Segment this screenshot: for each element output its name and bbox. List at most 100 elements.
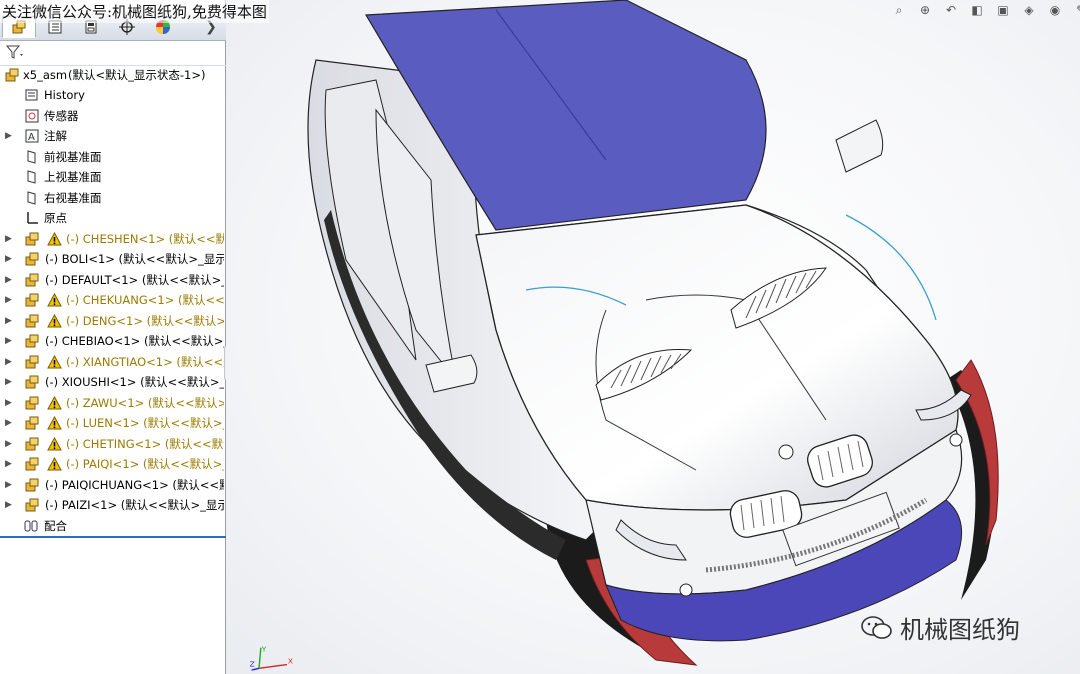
part-icon xyxy=(24,231,40,247)
tree-item[interactable]: ▶ (-) PAIQICHUANG<1> (默认<<默 xyxy=(0,475,226,495)
expand-arrow-icon[interactable]: ▶ xyxy=(5,131,13,141)
root-config: (默认<默认_显示状态-1>) xyxy=(68,68,206,82)
tree-item-label: (-) CHETING<1> (默认<<默认 xyxy=(66,436,224,451)
expand-arrow-icon[interactable]: ▶ xyxy=(5,336,13,346)
expand-arrow-icon[interactable]: ▶ xyxy=(5,418,13,428)
tree-item-label: (-) PAIQI<1> (默认<<默认>_显 xyxy=(66,457,224,471)
hide-show-icon[interactable]: ◉ xyxy=(1044,1,1066,19)
tree-item[interactable]: ▶ (-) CHETING<1> (默认<<默认 xyxy=(0,434,226,454)
tree-item-label: (-) CHEKUANG<1> (默认<<默 xyxy=(66,293,224,307)
triad-y-label: Y xyxy=(261,644,267,653)
tree-item[interactable]: 上视基准面 xyxy=(0,167,226,187)
warning-icon xyxy=(46,354,62,370)
zoom-fit-icon[interactable]: ⌕ xyxy=(888,1,910,19)
tree-item[interactable]: 传感器 xyxy=(0,106,226,126)
tree-item-label: 配合 xyxy=(44,518,67,533)
expand-arrow-icon[interactable]: ▶ xyxy=(5,295,13,305)
tree-item[interactable]: ▶ (-) PAIQI<1> (默认<<默认>_显 xyxy=(0,454,226,474)
tree-filter-bar[interactable] xyxy=(0,41,226,66)
origin-icon xyxy=(24,210,40,226)
tree-item[interactable]: 前视基准面 xyxy=(0,147,226,167)
previous-view-icon[interactable]: ↶ xyxy=(940,1,962,19)
tree-item-label: 注解 xyxy=(44,129,67,143)
tree-item-label: 右视基准面 xyxy=(44,190,102,205)
tree-item-label: History xyxy=(44,88,85,102)
tree-item[interactable]: ▶ (-) DENG<1> (默认<<默认>_显 xyxy=(0,311,226,331)
warning-icon xyxy=(46,292,62,308)
view-triad: X Y Z xyxy=(250,644,293,671)
brand-name: 机械图纸狗 xyxy=(900,616,1020,644)
feature-manager-panel: ❯ x5_asm (默认<默认_显示状态-1>) History 传感器 ▶ A 注解前… xyxy=(0,0,226,674)
zoom-area-icon[interactable]: ⊕ xyxy=(914,1,936,19)
expand-arrow-icon[interactable]: ▶ xyxy=(5,357,13,367)
expand-arrow-icon[interactable]: ▶ xyxy=(5,254,13,264)
assembly-icon xyxy=(4,67,20,83)
root-name: x5_asm xyxy=(23,68,68,82)
part-icon xyxy=(24,251,40,267)
part-icon xyxy=(24,272,40,288)
tree-item-label: (-) PAIZI<1> (默认<<默认>_显示状 xyxy=(45,498,224,512)
tree-item-label: (-) DENG<1> (默认<<默认>_显 xyxy=(66,313,224,328)
tree-item-label: 上视基准面 xyxy=(44,170,102,184)
tree-item-label: (-) LUEN<1> (默认<<默认>_显 xyxy=(66,416,224,430)
view-orientation-icon[interactable]: ▣ xyxy=(992,1,1014,19)
warning-icon xyxy=(46,436,62,452)
edit-appearance-icon[interactable]: ✎ xyxy=(1070,1,1080,19)
part-icon xyxy=(24,436,40,452)
watermark-text: 关注微信公众号:机械图纸狗,免费得本图 xyxy=(0,0,269,23)
tree-item[interactable]: ▶ (-) XIANGTIAO<1> (默认<<默 xyxy=(0,352,226,372)
expand-arrow-icon[interactable]: ▶ xyxy=(5,275,13,285)
part-icon xyxy=(24,456,40,472)
tree-item-label: (-) CHEBIAO<1> (默认<<默认>_显 xyxy=(45,334,224,348)
tree-item[interactable]: ▶ (-) CHEBIAO<1> (默认<<默认>_显 xyxy=(0,331,226,351)
expand-arrow-icon[interactable]: ▶ xyxy=(5,500,13,510)
tree-item[interactable]: ▶ A 注解 xyxy=(0,126,226,146)
tree-item[interactable]: 原点 xyxy=(0,208,226,228)
tree-item[interactable]: History xyxy=(0,85,226,105)
expand-arrow-icon[interactable]: ▶ xyxy=(5,234,13,244)
brand-emblem xyxy=(778,444,794,460)
part-icon xyxy=(24,292,40,308)
part-icon xyxy=(24,415,40,431)
graphics-viewport[interactable]: ⌕⊕↶◧▣◈◉✎◍▭ xyxy=(226,0,1080,674)
warning-icon xyxy=(46,415,62,431)
section-view-icon[interactable]: ◧ xyxy=(966,1,988,19)
tree-item-label: 原点 xyxy=(44,211,67,225)
tree-item[interactable]: ▶ (-) LUEN<1> (默认<<默认>_显 xyxy=(0,413,226,433)
expand-arrow-icon[interactable]: ▶ xyxy=(5,439,13,449)
tree-item-label: (-) CHESHEN<1> (默认<<默认 xyxy=(66,231,224,246)
tree-item[interactable]: 右视基准面 xyxy=(0,188,226,208)
tree-item[interactable]: ▶ (-) DEFAULT<1> (默认<<默认>_显 xyxy=(0,270,226,290)
tree-item[interactable]: ▶ (-) BOLI<1> (默认<<默认>_显示状 xyxy=(0,249,226,269)
expand-arrow-icon[interactable]: ▶ xyxy=(5,459,13,469)
filter-icon[interactable] xyxy=(5,45,24,63)
tree-item[interactable]: ▶ (-) XIOUSHI<1> (默认<<默认>_显 xyxy=(0,372,226,392)
tree-item[interactable]: 配合 xyxy=(0,516,226,536)
expand-arrow-icon[interactable]: ▶ xyxy=(5,398,13,408)
part-icon xyxy=(24,395,40,411)
heads-up-view-toolbar: ⌕⊕↶◧▣◈◉✎◍▭ xyxy=(888,0,1080,20)
warning-icon xyxy=(46,231,62,247)
part-icon xyxy=(24,497,40,513)
tree-item[interactable]: ▶ (-) PAIZI<1> (默认<<默认>_显示状 xyxy=(0,495,226,515)
sensor-icon xyxy=(24,108,40,124)
tree-item-label: (-) BOLI<1> (默认<<默认>_显示状 xyxy=(45,252,224,266)
triad-x-label: X xyxy=(288,657,293,666)
part-icon xyxy=(24,477,40,493)
tree-item[interactable]: ▶ (-) CHEKUANG<1> (默认<<默 xyxy=(0,290,226,310)
plane-icon xyxy=(24,169,40,185)
svg-text:A: A xyxy=(28,132,35,143)
tree-root-item[interactable]: x5_asm (默认<默认_显示状态-1>) xyxy=(0,65,226,85)
warning-icon xyxy=(46,313,62,329)
display-style-icon[interactable]: ◈ xyxy=(1018,1,1040,19)
tree-item-label: (-) XIOUSHI<1> (默认<<默认>_显 xyxy=(45,375,224,389)
tree-item[interactable]: ▶ (-) ZAWU<1> (默认<<默认>_显 xyxy=(0,393,226,413)
wechat-icon xyxy=(861,615,892,639)
expand-arrow-icon[interactable]: ▶ xyxy=(5,480,13,490)
expand-arrow-icon[interactable]: ▶ xyxy=(5,316,13,326)
mates-icon xyxy=(24,518,40,534)
part-icon xyxy=(24,333,40,349)
car-model[interactable] xyxy=(226,0,1080,674)
expand-arrow-icon[interactable]: ▶ xyxy=(5,377,13,387)
tree-item[interactable]: ▶ (-) CHESHEN<1> (默认<<默认 xyxy=(0,229,226,249)
